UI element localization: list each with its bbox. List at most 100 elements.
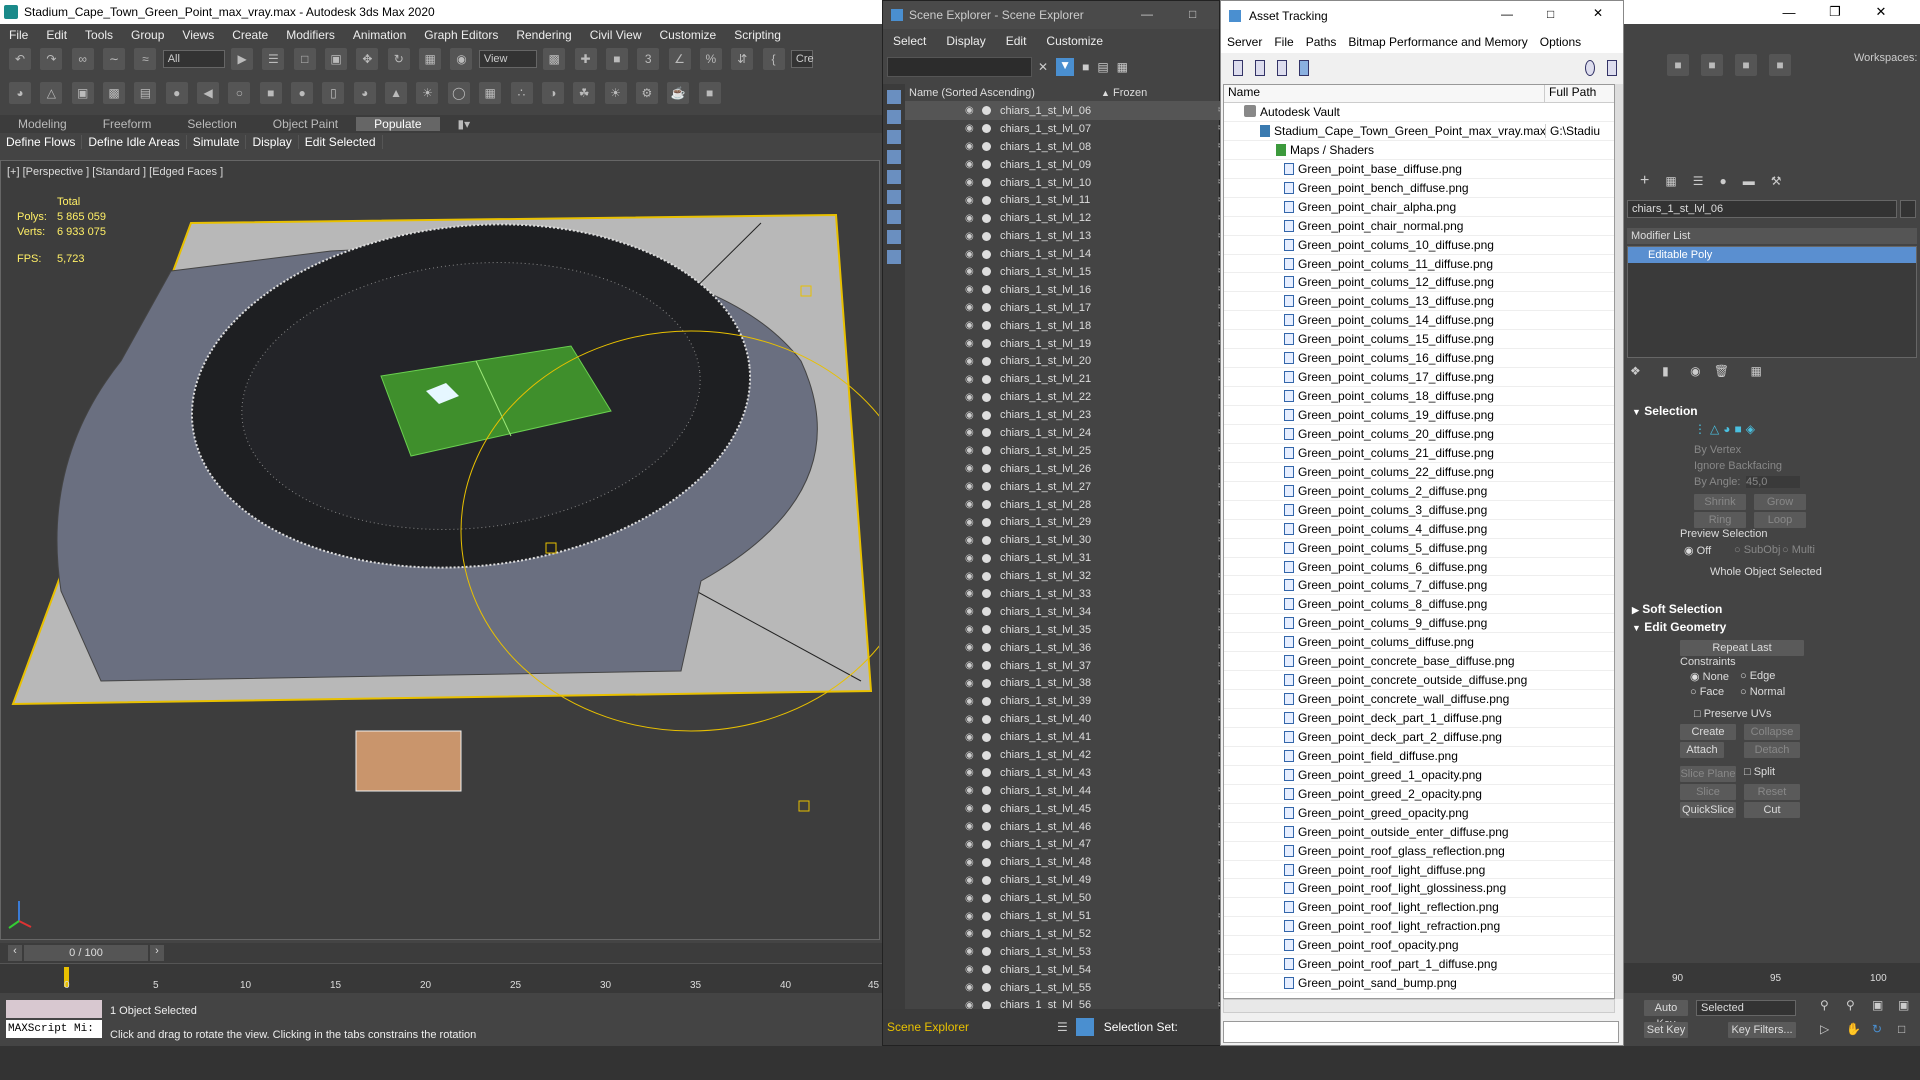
render-frame-window-icon[interactable]: ■: [698, 82, 721, 104]
scene-explorer-dropdown[interactable]: Scene Explorer: [887, 1020, 1037, 1034]
render-dot-icon[interactable]: [982, 678, 991, 688]
scene-object-row[interactable]: ◉chiars_1_st_lvl_10❄: [905, 174, 1220, 192]
place-icon[interactable]: ◉: [450, 48, 473, 70]
asset-file-row[interactable]: Green_point_colums_13_diffuse.png: [1224, 292, 1614, 312]
at-close-button[interactable]: ✕: [1593, 6, 1603, 20]
clear-search-icon[interactable]: ✕: [1038, 60, 1048, 74]
visibility-eye-icon[interactable]: ◉: [965, 231, 974, 242]
scene-object-row[interactable]: ◉chiars_1_st_lvl_30❄: [905, 531, 1220, 549]
redo-icon[interactable]: ↷: [40, 48, 63, 70]
box-icon[interactable]: ■: [259, 82, 282, 104]
time-slider[interactable]: ‹ 0 / 100 ›: [0, 943, 882, 963]
render-production-icon[interactable]: ■: [1701, 54, 1723, 76]
asset-file-row[interactable]: Green_point_field_diffuse.png: [1224, 747, 1614, 766]
menu-scripting[interactable]: Scripting: [725, 28, 790, 42]
se-menu-select[interactable]: Select: [883, 34, 936, 48]
visibility-eye-icon[interactable]: ◉: [965, 499, 974, 510]
border-level-icon[interactable]: ◕: [1723, 422, 1730, 438]
visibility-eye-icon[interactable]: ◉: [965, 249, 974, 260]
render-dot-icon[interactable]: [982, 106, 991, 116]
render-dot-icon[interactable]: [982, 339, 991, 349]
render-dot-icon[interactable]: [982, 857, 991, 867]
display-helpers-icon[interactable]: [887, 170, 901, 184]
se-menu-customize[interactable]: Customize: [1036, 34, 1113, 48]
scene-object-row[interactable]: ◉chiars_1_st_lvl_24❄: [905, 424, 1220, 442]
visibility-eye-icon[interactable]: ◉: [965, 123, 974, 134]
scene-object-row[interactable]: ◉chiars_1_st_lvl_08❄: [905, 138, 1220, 156]
visibility-eye-icon[interactable]: ◉: [965, 141, 974, 152]
track-bar-right[interactable]: 90 95 100: [1624, 963, 1920, 993]
scene-object-row[interactable]: ◉chiars_1_st_lvl_51❄: [905, 907, 1220, 925]
scene-object-row[interactable]: ◉chiars_1_st_lvl_56❄: [905, 997, 1220, 1009]
by-vertex-checkbox[interactable]: By Vertex: [1694, 444, 1741, 456]
asset-file-row[interactable]: Green_point_roof_light_reflection.png: [1224, 898, 1614, 918]
menu-views[interactable]: Views: [173, 28, 223, 42]
asset-file-row[interactable]: Green_point_sand_bump.png: [1224, 974, 1614, 994]
render-dot-icon[interactable]: [982, 911, 991, 921]
cylinder-icon[interactable]: ▯: [322, 82, 345, 104]
grow-button[interactable]: Grow: [1754, 494, 1806, 510]
list-view-icon[interactable]: [1255, 60, 1265, 76]
undo-icon[interactable]: ↶: [9, 48, 31, 70]
scene-object-row[interactable]: ◉chiars_1_st_lvl_11❄: [905, 191, 1220, 209]
select-object-icon[interactable]: ▶: [231, 48, 254, 70]
zoom-extents-icon[interactable]: ▣: [1872, 998, 1883, 1012]
asset-file-row[interactable]: Green_point_colums_10_diffuse.png: [1224, 236, 1614, 255]
keyboard-shortcut-icon[interactable]: ■: [605, 48, 628, 70]
key-mode-dropdown[interactable]: Selected: [1696, 1000, 1796, 1016]
render-dot-icon[interactable]: [982, 410, 991, 420]
scene-object-row[interactable]: ◉chiars_1_st_lvl_52❄: [905, 925, 1220, 943]
teapot-prim-icon[interactable]: ◕: [353, 82, 376, 104]
asset-file-row[interactable]: Green_point_greed_opacity.png: [1224, 804, 1614, 823]
scene-object-row[interactable]: ◉chiars_1_st_lvl_32❄: [905, 567, 1220, 585]
asset-file-row[interactable]: Green_point_colums_15_diffuse.png: [1224, 330, 1614, 350]
perspective-viewport[interactable]: [+] [Perspective ] [Standard ] [Edged Fa…: [0, 160, 880, 940]
asset-file-row[interactable]: Green_point_roof_opacity.png: [1224, 936, 1614, 956]
tab-object-paint[interactable]: Object Paint: [255, 117, 356, 131]
modify-tab-icon[interactable]: ▦: [1665, 174, 1676, 188]
display-bones-icon[interactable]: [887, 250, 901, 264]
visibility-eye-icon[interactable]: ◉: [965, 714, 974, 725]
visibility-eye-icon[interactable]: ◉: [965, 875, 974, 886]
asset-file-row[interactable]: Green_point_colums_19_diffuse.png: [1224, 406, 1614, 425]
visibility-eye-icon[interactable]: ◉: [965, 624, 974, 635]
asset-file-row[interactable]: Green_point_concrete_base_diffuse.png: [1224, 652, 1614, 672]
scene-object-row[interactable]: ◉chiars_1_st_lvl_17❄: [905, 299, 1220, 317]
slice-plane-button[interactable]: Slice Plane: [1680, 766, 1736, 782]
utilities-tab-icon[interactable]: ⚒: [1771, 174, 1782, 188]
fov-icon[interactable]: ▷: [1820, 1022, 1829, 1036]
selection-set-icon[interactable]: [1075, 1018, 1094, 1036]
scene-object-row[interactable]: ◉chiars_1_st_lvl_45❄: [905, 800, 1220, 818]
loop-button[interactable]: Loop: [1754, 512, 1806, 528]
render-dot-icon[interactable]: [982, 249, 991, 259]
asset-file-row[interactable]: Green_point_concrete_outside_diffuse.png: [1224, 671, 1614, 691]
display-groups-icon[interactable]: [887, 210, 901, 224]
cone-icon[interactable]: ▲: [385, 82, 408, 104]
scene-object-row[interactable]: ◉chiars_1_st_lvl_34❄: [905, 603, 1220, 621]
asset-file-row[interactable]: Green_point_colums_8_diffuse.png: [1224, 595, 1614, 615]
unlink-icon[interactable]: ∼: [103, 48, 126, 70]
scene-object-row[interactable]: ◉chiars_1_st_lvl_35❄: [905, 621, 1220, 639]
rect-region-icon[interactable]: □: [293, 48, 316, 70]
zoom-extents-all-icon[interactable]: ▣: [1898, 998, 1909, 1012]
ring-button[interactable]: Ring: [1694, 512, 1746, 528]
constraint-normal-radio[interactable]: ○ Normal: [1740, 686, 1785, 698]
light-icon[interactable]: ●: [165, 82, 188, 104]
preview-subobj-radio[interactable]: ○ SubObj: [1734, 544, 1780, 556]
asset-file-row[interactable]: Green_point_colums_22_diffuse.png: [1224, 463, 1614, 482]
render-setup-icon[interactable]: ⚙: [635, 82, 658, 104]
close-button[interactable]: ✕: [1858, 0, 1904, 24]
visibility-eye-icon[interactable]: ◉: [965, 857, 974, 868]
asset-file-row[interactable]: Green_point_roof_glass_reflection.png: [1224, 842, 1614, 861]
asset-file-row[interactable]: Green_point_roof_light_refraction.png: [1224, 917, 1614, 937]
render-dot-icon[interactable]: [982, 178, 991, 187]
render-dot-icon[interactable]: [982, 625, 991, 635]
scene-object-row[interactable]: ◉chiars_1_st_lvl_23❄: [905, 406, 1220, 424]
scene-object-row[interactable]: ◉chiars_1_st_lvl_48❄: [905, 853, 1220, 871]
asset-file-row[interactable]: Green_point_colums_3_diffuse.png: [1224, 501, 1614, 520]
visibility-eye-icon[interactable]: ◉: [965, 535, 974, 546]
scene-object-row[interactable]: ◉chiars_1_st_lvl_50❄: [905, 889, 1220, 907]
render-dot-icon[interactable]: [982, 285, 991, 295]
vertex-level-icon[interactable]: ⋮: [1694, 422, 1706, 438]
preserve-uvs-checkbox[interactable]: □ Preserve UVs: [1694, 708, 1772, 720]
